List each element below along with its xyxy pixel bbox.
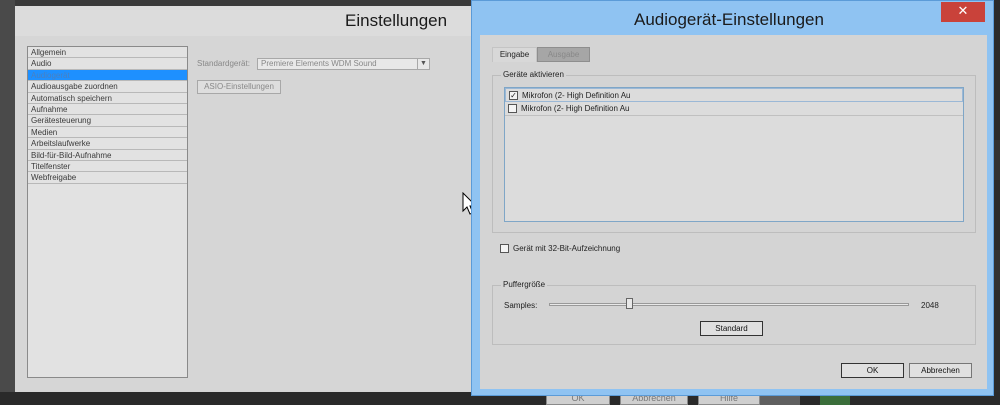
- bit32-checkbox[interactable]: [500, 244, 509, 253]
- category-bild-fuer-bild-aufnahme[interactable]: Bild-für-Bild-Aufnahme: [28, 150, 187, 161]
- asio-settings-button[interactable]: ASIO-Einstellungen: [197, 80, 281, 94]
- samples-slider-thumb[interactable]: [626, 298, 633, 309]
- close-button[interactable]: ✕: [941, 2, 985, 22]
- samples-label: Samples:: [504, 301, 538, 310]
- category-geraetesteuerung[interactable]: Gerätesteuerung: [28, 115, 187, 127]
- category-webfreigabe[interactable]: Webfreigabe: [28, 172, 187, 184]
- tab-eingabe[interactable]: Eingabe: [492, 47, 537, 62]
- audio-dialog-title: Audiogerät-Einstellungen: [634, 10, 824, 29]
- devices-group-label: Geräte aktivieren: [501, 70, 566, 79]
- audio-device-dialog: Audiogerät-Einstellungen ✕ Eingabe Ausga…: [471, 0, 994, 396]
- background-app-left: [0, 0, 15, 405]
- device-list: ✓ Mikrofon (2- High Definition Au Mikrof…: [504, 87, 964, 222]
- category-aufnahme[interactable]: Aufnahme: [28, 104, 187, 116]
- ok-button[interactable]: OK: [841, 363, 904, 378]
- chevron-down-icon[interactable]: ▼: [417, 59, 429, 69]
- samples-slider-track[interactable]: [549, 303, 909, 306]
- device-checkbox[interactable]: [508, 104, 517, 113]
- category-arbeitslaufwerke[interactable]: Arbeitslaufwerke: [28, 138, 187, 150]
- audio-dialog-title-bar: Audiogerät-Einstellungen: [472, 1, 993, 35]
- settings-dialog: Einstellungen Allgemein Audio Audiogerät…: [15, 6, 485, 392]
- category-audiogeraet[interactable]: Audiogerät: [28, 69, 187, 82]
- category-audioausgabe-zuordnen[interactable]: Audioausgabe zuordnen: [28, 81, 187, 93]
- device-row[interactable]: ✓ Mikrofon (2- High Definition Au: [505, 88, 963, 102]
- tab-ausgabe[interactable]: Ausgabe: [537, 47, 590, 62]
- samples-value: 2048: [921, 301, 939, 310]
- default-device-label: Standardgerät:: [197, 59, 250, 68]
- settings-title-bar: Einstellungen: [15, 6, 485, 36]
- device-label: Mikrofon (2- High Definition Au: [521, 104, 630, 113]
- audio-dialog-body: Eingabe Ausgabe Geräte aktivieren ✓ Mikr…: [480, 35, 987, 389]
- default-device-select[interactable]: Premiere Elements WDM Sound ▼: [257, 58, 430, 70]
- device-label: Mikrofon (2- High Definition Au: [522, 91, 631, 100]
- bit32-recording-option[interactable]: Gerät mit 32-Bit-Aufzeichnung: [500, 243, 620, 254]
- settings-title: Einstellungen: [345, 11, 448, 30]
- category-medien[interactable]: Medien: [28, 127, 187, 139]
- device-checkbox[interactable]: ✓: [509, 91, 518, 100]
- category-audio[interactable]: Audio: [28, 58, 187, 70]
- buffer-group-label: Puffergröße: [501, 280, 548, 289]
- default-device-value: Premiere Elements WDM Sound: [261, 59, 377, 68]
- bit32-label: Gerät mit 32-Bit-Aufzeichnung: [513, 244, 621, 253]
- category-titelfenster[interactable]: Titelfenster: [28, 161, 187, 173]
- device-row[interactable]: Mikrofon (2- High Definition Au: [505, 102, 963, 116]
- standard-button[interactable]: Standard: [700, 321, 763, 336]
- category-automatisch-speichern[interactable]: Automatisch speichern: [28, 93, 187, 104]
- category-list: Allgemein Audio Audiogerät Audioausgabe …: [27, 46, 188, 378]
- category-allgemein[interactable]: Allgemein: [28, 47, 187, 59]
- close-icon: ✕: [957, 4, 969, 19]
- cancel-button[interactable]: Abbrechen: [909, 363, 972, 378]
- buffer-group: Puffergröße: [492, 280, 976, 345]
